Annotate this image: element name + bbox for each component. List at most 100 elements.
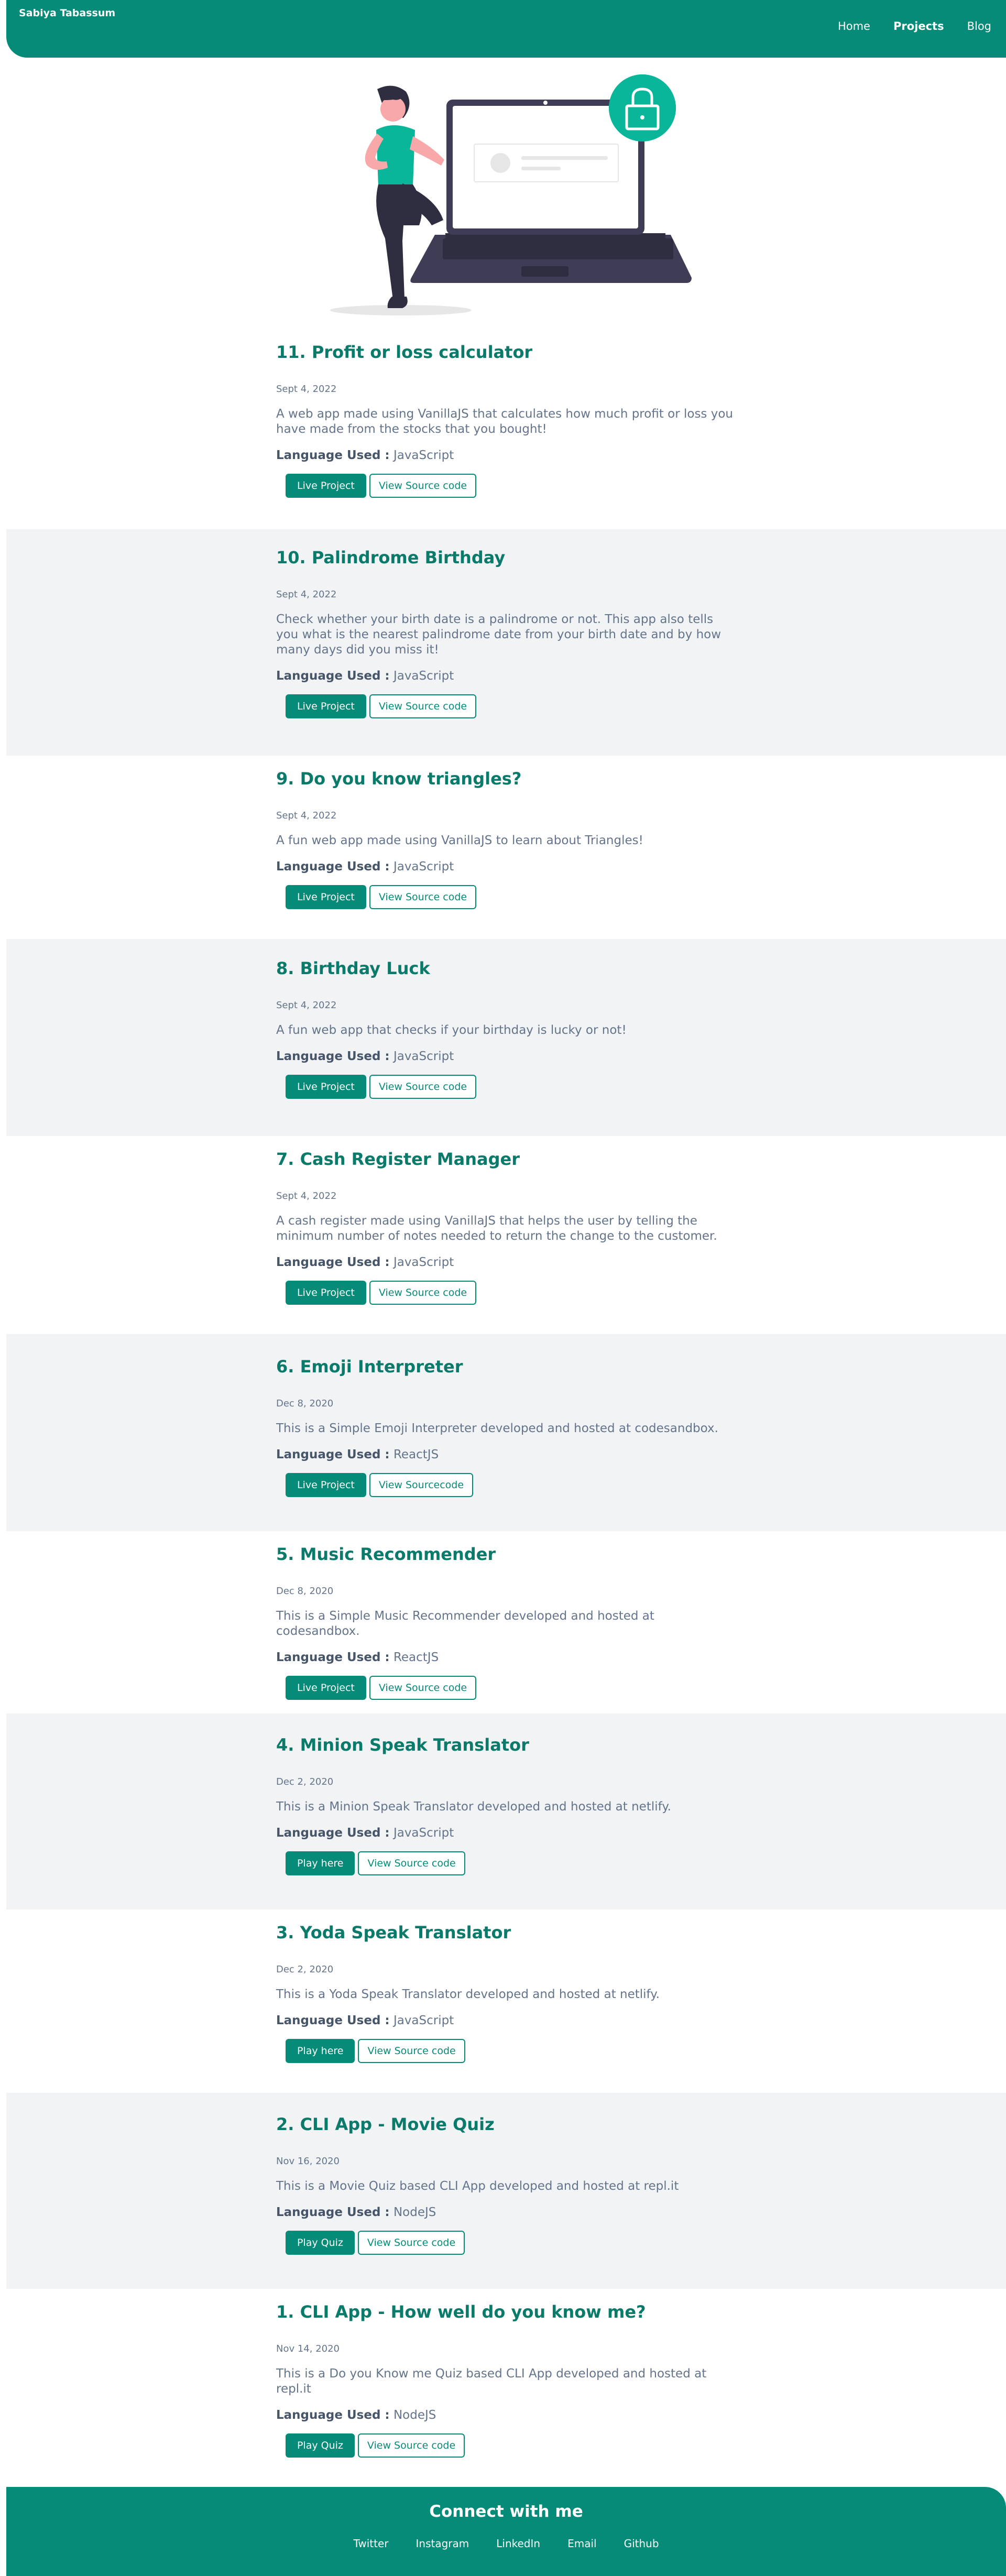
- project-section: 8. Birthday Luck Sept 4, 2022 A fun web …: [6, 939, 1006, 1136]
- project-actions: Play Quiz View Source code: [286, 2231, 737, 2255]
- play-quiz-button[interactable]: Play Quiz: [286, 2231, 355, 2255]
- email-link[interactable]: Email: [567, 2537, 597, 2550]
- project-content: 5. Music Recommender Dec 8, 2020 This is…: [276, 1543, 737, 1700]
- project-date: Nov 16, 2020: [276, 2156, 340, 2167]
- language-label: Language Used :: [276, 1256, 390, 1269]
- language-label: Language Used :: [276, 2206, 390, 2219]
- project-content: 10. Palindrome Birthday Sept 4, 2022 Che…: [276, 546, 737, 718]
- project-content: 6. Emoji Interpreter Dec 8, 2020 This is…: [276, 1355, 737, 1497]
- project-section: 4. Minion Speak Translator Dec 2, 2020 T…: [6, 1713, 1006, 1909]
- language-value: JavaScript: [393, 1826, 454, 1840]
- project-actions: Play here View Source code: [286, 1851, 737, 1875]
- project-title: 3. Yoda Speak Translator: [276, 1923, 511, 1942]
- view-source-button[interactable]: View Source code: [358, 1851, 465, 1875]
- live-project-button[interactable]: Live Project: [286, 1075, 366, 1099]
- project-section: 7. Cash Register Manager Sept 4, 2022 A …: [6, 1136, 1006, 1334]
- project-section: 6. Emoji Interpreter Dec 8, 2020 This is…: [6, 1334, 1006, 1531]
- social-links: Twitter Instagram LinkedIn Email Github: [6, 2537, 1006, 2550]
- view-source-button[interactable]: View Source code: [369, 885, 477, 909]
- project-title: 4. Minion Speak Translator: [276, 1735, 529, 1755]
- project-section: 11. Profit or loss calculator Sept 4, 20…: [6, 325, 1006, 529]
- project-content: 7. Cash Register Manager Sept 4, 2022 A …: [276, 1148, 737, 1305]
- nav-projects-link[interactable]: Projects: [893, 20, 944, 32]
- project-title: 5. Music Recommender: [276, 1544, 496, 1564]
- brand-name[interactable]: Sabiya Tabassum: [19, 7, 115, 19]
- project-date: Sept 4, 2022: [276, 589, 337, 600]
- project-language: Language Used : JavaScript: [276, 859, 737, 875]
- language-value: ReactJS: [393, 1448, 439, 1461]
- view-source-button[interactable]: View Source code: [369, 1676, 477, 1700]
- live-project-button[interactable]: Live Project: [286, 474, 366, 498]
- project-description: A web app made using VanillaJS that calc…: [276, 407, 733, 436]
- hero-illustration: [314, 68, 692, 320]
- language-label: Language Used :: [276, 1826, 390, 1840]
- view-source-button[interactable]: View Sourcecode: [369, 1473, 474, 1497]
- view-source-button[interactable]: View Source code: [369, 474, 477, 498]
- twitter-link[interactable]: Twitter: [353, 2537, 388, 2550]
- project-title: 11. Profit or loss calculator: [276, 342, 533, 362]
- view-source-button[interactable]: View Source code: [369, 1075, 477, 1099]
- project-title: 9. Do you know triangles?: [276, 769, 522, 789]
- woman-with-laptop-lock-illustration: [330, 74, 692, 315]
- project-actions: Live Project View Source code: [286, 1281, 737, 1305]
- language-label: Language Used :: [276, 1448, 390, 1461]
- project-actions: Live Project View Source code: [286, 885, 737, 909]
- project-content: 4. Minion Speak Translator Dec 2, 2020 T…: [276, 1733, 737, 1875]
- github-link[interactable]: Github: [624, 2537, 659, 2550]
- language-label: Language Used :: [276, 2014, 390, 2027]
- project-content: 3. Yoda Speak Translator Dec 2, 2020 Thi…: [276, 1921, 737, 2063]
- project-content: 8. Birthday Luck Sept 4, 2022 A fun web …: [276, 957, 737, 1099]
- project-actions: Play here View Source code: [286, 2039, 737, 2063]
- project-language: Language Used : JavaScript: [276, 447, 737, 463]
- nav-blog-link[interactable]: Blog: [967, 20, 991, 32]
- project-section: 5. Music Recommender Dec 8, 2020 This is…: [6, 1531, 1006, 1713]
- project-content: 1. CLI App - How well do you know me? No…: [276, 2300, 737, 2458]
- project-description: Check whether your birth date is a palin…: [276, 613, 721, 657]
- site-header: Sabiya Tabassum Home Projects Blog: [6, 0, 1006, 58]
- live-project-button[interactable]: Live Project: [286, 1281, 366, 1305]
- project-description: This is a Simple Music Recommender devel…: [276, 1609, 654, 1638]
- project-description: This is a Simple Emoji Interpreter devel…: [276, 1422, 718, 1435]
- view-source-button[interactable]: View Source code: [357, 2231, 465, 2255]
- project-language: Language Used : JavaScript: [276, 2013, 737, 2028]
- nav-home-link[interactable]: Home: [838, 20, 870, 32]
- project-title: 7. Cash Register Manager: [276, 1149, 520, 1169]
- live-project-button[interactable]: Live Project: [286, 694, 366, 718]
- language-value: JavaScript: [393, 669, 454, 683]
- play-here-button[interactable]: Play here: [286, 1851, 355, 1875]
- language-value: NodeJS: [393, 2408, 436, 2422]
- project-section: 3. Yoda Speak Translator Dec 2, 2020 Thi…: [6, 1909, 1006, 2093]
- project-title: 2. CLI App - Movie Quiz: [276, 2114, 495, 2134]
- project-content: 11. Profit or loss calculator Sept 4, 20…: [276, 341, 737, 498]
- view-source-button[interactable]: View Source code: [369, 694, 477, 718]
- linkedin-link[interactable]: LinkedIn: [496, 2537, 540, 2550]
- live-project-button[interactable]: Live Project: [286, 885, 366, 909]
- project-section: 1. CLI App - How well do you know me? No…: [6, 2289, 1006, 2487]
- project-date: Sept 4, 2022: [276, 1000, 337, 1011]
- footer-title: Connect with me: [429, 2502, 583, 2521]
- project-description: This is a Do you Know me Quiz based CLI …: [276, 2367, 707, 2396]
- project-description: This is a Yoda Speak Translator develope…: [276, 1988, 660, 2001]
- play-here-button[interactable]: Play here: [286, 2039, 355, 2063]
- project-language: Language Used : NodeJS: [276, 2407, 737, 2423]
- project-description: A cash register made using VanillaJS tha…: [276, 1214, 717, 1243]
- project-date: Sept 4, 2022: [276, 1191, 337, 1202]
- language-value: JavaScript: [393, 1050, 454, 1063]
- language-label: Language Used :: [276, 1050, 390, 1063]
- project-content: 2. CLI App - Movie Quiz Nov 16, 2020 Thi…: [276, 2113, 737, 2255]
- live-project-button[interactable]: Live Project: [286, 1473, 366, 1497]
- project-actions: Live Project View Source code: [286, 1075, 737, 1099]
- instagram-link[interactable]: Instagram: [416, 2537, 469, 2550]
- project-description: A fun web app that checks if your birthd…: [276, 1023, 627, 1037]
- project-title: 6. Emoji Interpreter: [276, 1357, 463, 1377]
- view-source-button[interactable]: View Source code: [358, 2039, 465, 2063]
- site-footer: Connect with me Twitter Instagram Linked…: [6, 2487, 1006, 2576]
- language-value: JavaScript: [393, 2014, 454, 2027]
- view-source-button[interactable]: View Source code: [357, 2433, 465, 2458]
- play-quiz-button[interactable]: Play Quiz: [286, 2433, 355, 2458]
- page: Sabiya Tabassum Home Projects Blog 11. P…: [0, 0, 1006, 2576]
- project-date: Dec 2, 2020: [276, 1776, 334, 1787]
- main-nav: Home Projects Blog: [838, 20, 1006, 32]
- live-project-button[interactable]: Live Project: [286, 1676, 366, 1700]
- view-source-button[interactable]: View Source code: [369, 1281, 477, 1305]
